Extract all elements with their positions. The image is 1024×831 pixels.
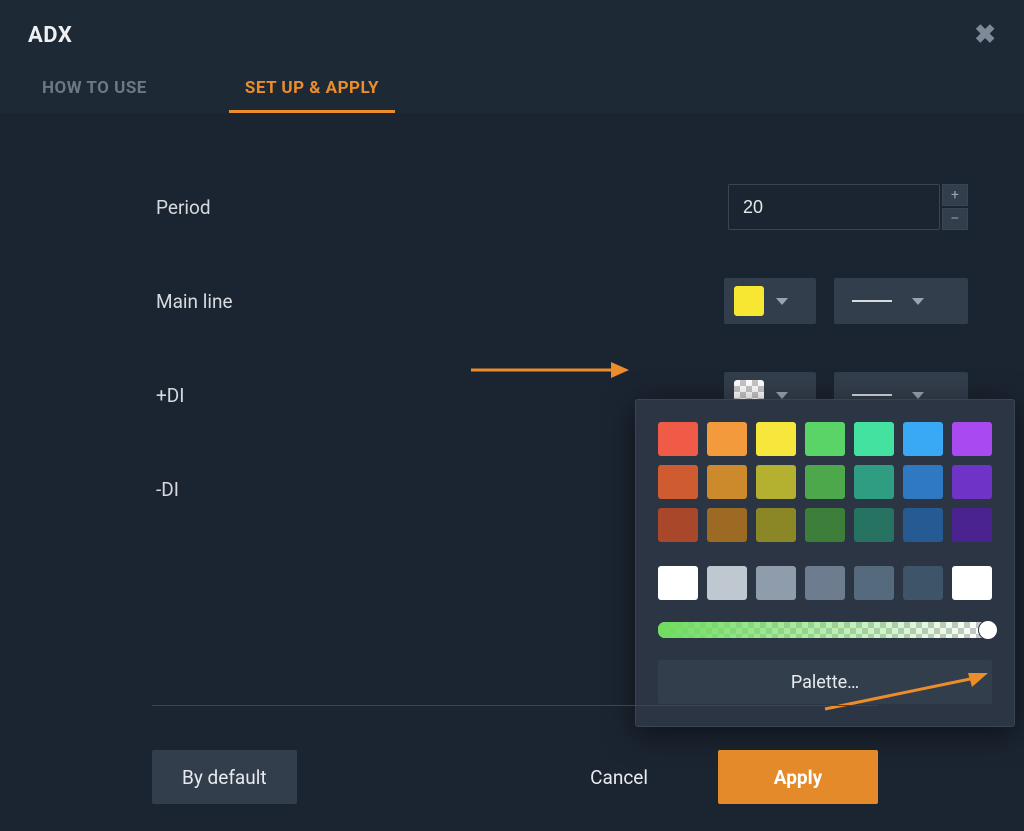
- label-plus-di: +DI: [156, 384, 476, 407]
- line-style-preview: [852, 394, 892, 396]
- chevron-down-icon: [776, 298, 788, 305]
- apply-button[interactable]: Apply: [718, 750, 878, 804]
- period-stepper: + –: [728, 184, 968, 230]
- color-swatch[interactable]: [854, 422, 894, 456]
- row-main-line: Main line: [156, 278, 968, 324]
- color-grid: [658, 422, 992, 600]
- color-swatch[interactable]: [952, 566, 992, 600]
- separator: [152, 705, 878, 706]
- opacity-gradient: [658, 622, 992, 638]
- color-swatch[interactable]: [707, 422, 747, 456]
- tab-setup-apply[interactable]: SET UP & APPLY: [231, 62, 393, 113]
- color-picker-popover: Palette…: [635, 399, 1015, 727]
- tab-bar: HOW TO USE SET UP & APPLY: [0, 62, 1024, 114]
- row-period: Period + –: [156, 184, 968, 230]
- color-swatch[interactable]: [854, 566, 894, 600]
- period-increment[interactable]: +: [942, 184, 968, 206]
- color-swatch[interactable]: [658, 422, 698, 456]
- color-swatch[interactable]: [756, 422, 796, 456]
- close-icon[interactable]: ✖: [974, 22, 996, 48]
- color-swatch[interactable]: [854, 465, 894, 499]
- color-swatch[interactable]: [756, 566, 796, 600]
- main-line-color-select[interactable]: [724, 278, 816, 324]
- dialog-title: ADX: [28, 23, 72, 48]
- chevron-down-icon: [912, 392, 924, 399]
- opacity-handle[interactable]: [978, 620, 998, 640]
- tab-how-to-use[interactable]: HOW TO USE: [28, 62, 161, 113]
- color-swatch[interactable]: [903, 465, 943, 499]
- main-line-color-swatch: [734, 286, 764, 316]
- by-default-button[interactable]: By default: [152, 750, 297, 804]
- color-swatch[interactable]: [658, 508, 698, 542]
- line-style-preview: [852, 300, 892, 302]
- color-swatch[interactable]: [707, 566, 747, 600]
- period-decrement[interactable]: –: [942, 208, 968, 230]
- color-swatch[interactable]: [854, 508, 894, 542]
- color-swatch[interactable]: [903, 422, 943, 456]
- color-swatch[interactable]: [952, 422, 992, 456]
- color-swatch[interactable]: [707, 508, 747, 542]
- color-swatch[interactable]: [952, 508, 992, 542]
- period-spinner: + –: [942, 184, 968, 230]
- label-minus-di: -DI: [156, 478, 476, 501]
- color-swatch[interactable]: [756, 465, 796, 499]
- color-swatch[interactable]: [756, 508, 796, 542]
- dialog-header: ADX ✖: [0, 0, 1024, 62]
- color-swatch[interactable]: [952, 465, 992, 499]
- color-swatch[interactable]: [658, 566, 698, 600]
- opacity-slider[interactable]: [658, 622, 992, 638]
- color-swatch[interactable]: [658, 465, 698, 499]
- color-swatch[interactable]: [805, 422, 845, 456]
- palette-button[interactable]: Palette…: [658, 660, 992, 704]
- cancel-button[interactable]: Cancel: [560, 750, 678, 804]
- dialog-footer: By default Cancel Apply: [0, 750, 1024, 804]
- chevron-down-icon: [912, 298, 924, 305]
- label-period: Period: [156, 196, 476, 219]
- chevron-down-icon: [776, 392, 788, 399]
- main-line-style-select[interactable]: [834, 278, 968, 324]
- period-input[interactable]: [728, 184, 940, 230]
- color-swatch[interactable]: [707, 465, 747, 499]
- label-main-line: Main line: [156, 290, 476, 313]
- color-swatch[interactable]: [805, 566, 845, 600]
- color-swatch[interactable]: [903, 566, 943, 600]
- color-swatch[interactable]: [805, 465, 845, 499]
- color-swatch[interactable]: [805, 508, 845, 542]
- color-swatch[interactable]: [903, 508, 943, 542]
- color-group-gap: [658, 551, 992, 557]
